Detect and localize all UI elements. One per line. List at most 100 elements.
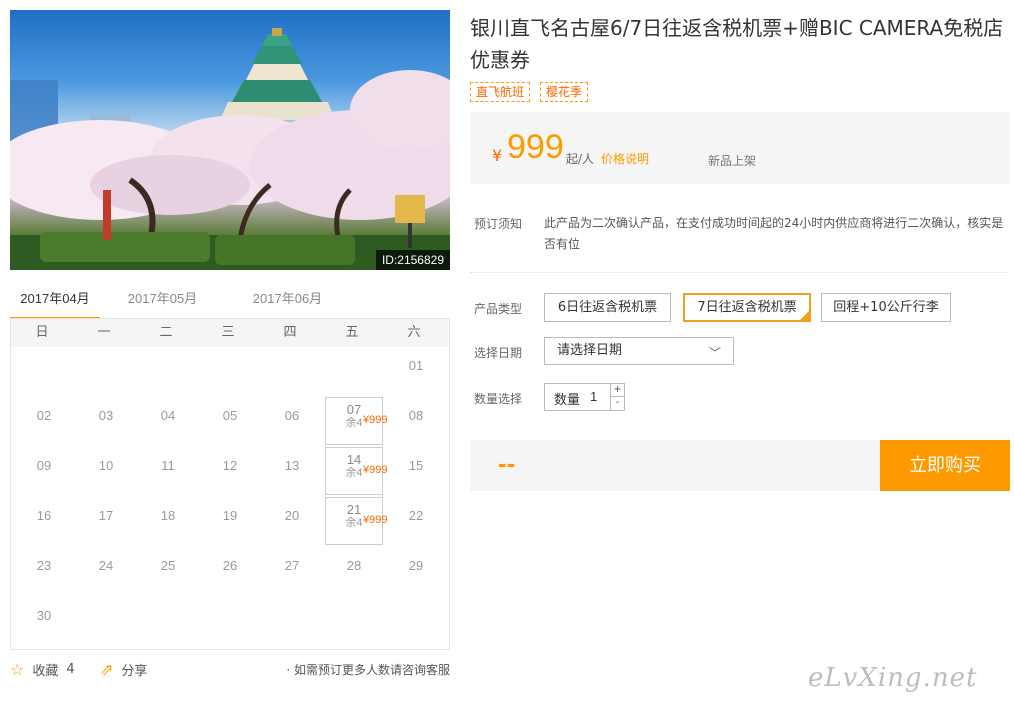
- calendar-day: 08: [385, 400, 447, 450]
- day-number: 20: [284, 508, 300, 523]
- calendar-day: 11: [137, 450, 199, 500]
- day-number: 13: [284, 458, 300, 473]
- total-price: --: [498, 448, 516, 478]
- calendar-day: 04: [137, 400, 199, 450]
- weekday-label: 四: [283, 325, 297, 340]
- calendar-day: 10: [75, 450, 137, 500]
- tag-direct-flight: 直飞航班: [470, 82, 531, 102]
- new-badge: 新品上架: [708, 154, 757, 168]
- day-number: 03: [98, 408, 114, 423]
- calendar-day: 22: [385, 500, 447, 550]
- type-option-7day[interactable]: 7日往返含税机票: [683, 293, 811, 322]
- selected-corner-icon: [800, 311, 809, 320]
- sakura-castle-photo: [10, 28, 450, 270]
- favorite-label: 收藏: [32, 664, 59, 679]
- calendar-day: 06: [261, 400, 323, 450]
- weekday-label: 日: [35, 325, 49, 340]
- divider: [470, 272, 1010, 273]
- product-title: 银川直飞名古屋6/7日往返含税机票+赠BIC CAMERA免税店优惠券: [470, 16, 1004, 72]
- day-number: 10: [98, 458, 114, 473]
- day-number: 04: [160, 408, 176, 423]
- share-button[interactable]: ⇗ 分享: [100, 660, 147, 679]
- calendar-day: 16: [13, 500, 75, 550]
- day-number: 12: [222, 458, 238, 473]
- currency-symbol: ¥: [492, 146, 503, 165]
- qty-label: 数量选择: [474, 392, 523, 406]
- calendar-day-available[interactable]: 07 ¥999 余4: [325, 397, 387, 445]
- type-option-return-luggage[interactable]: 回程+10公斤行李: [821, 293, 951, 322]
- date-select[interactable]: 请选择日期 ﹀: [544, 337, 734, 365]
- calendar-day: 20: [261, 500, 323, 550]
- calendar-day-available[interactable]: 14 ¥999 余4: [325, 447, 387, 495]
- share-icon: ⇗: [100, 660, 114, 679]
- calendar-day: 29: [385, 550, 447, 600]
- day-number: 17: [98, 508, 114, 523]
- calendar-day: 01: [385, 350, 447, 400]
- day-number: 28: [346, 558, 362, 573]
- tab-month-2[interactable]: 2017年05月: [100, 284, 225, 320]
- day-price: ¥999: [363, 514, 388, 526]
- day-number: 29: [408, 558, 424, 573]
- price-unit: 起/人: [566, 152, 595, 166]
- price-note-link[interactable]: 价格说明: [601, 150, 649, 167]
- day-number: 26: [222, 558, 238, 573]
- qty-increment-button[interactable]: +: [610, 384, 624, 397]
- calendar-day-available[interactable]: 21 ¥999 余4: [325, 497, 387, 545]
- day-number: 22: [408, 508, 424, 523]
- tab-month-3[interactable]: 2017年06月: [225, 284, 350, 320]
- consult-link[interactable]: · 如需预订更多人数请咨询客服: [286, 661, 450, 678]
- qty-value[interactable]: 1: [590, 389, 597, 404]
- qty-decrement-button[interactable]: -: [610, 397, 624, 410]
- action-bar: ☆ 收藏 4 ⇗ 分享 · 如需预订更多人数请咨询客服: [10, 660, 450, 682]
- weekday-label: 三: [221, 325, 235, 340]
- tab-month-1[interactable]: 2017年04月: [10, 284, 100, 320]
- favorite-count: 4: [66, 662, 75, 677]
- qty-inner-label: 数量: [554, 393, 581, 408]
- chevron-down-icon: ﹀: [708, 346, 721, 360]
- calendar-day: 25: [137, 550, 199, 600]
- day-number: 02: [36, 408, 52, 423]
- tag-list: 直飞航班 樱花季: [470, 82, 589, 102]
- buy-bar: -- 立即购买: [470, 440, 1010, 491]
- calendar-day: 27: [261, 550, 323, 600]
- date-placeholder: 请选择日期: [557, 343, 623, 358]
- calendar-day: 05: [199, 400, 261, 450]
- quantity-stepper: 数量 1 + -: [544, 383, 625, 411]
- price-value: 999: [507, 128, 564, 166]
- day-number: 11: [161, 458, 175, 473]
- day-number: 18: [160, 508, 176, 523]
- calendar-day: 19: [199, 500, 261, 550]
- type-label: 产品类型: [474, 302, 523, 316]
- product-image: ID:2156829: [10, 10, 450, 270]
- weekday-header: 日 一 二 三 四 五 六: [11, 319, 449, 347]
- image-id-badge: ID:2156829: [375, 250, 450, 270]
- weekday-label: 六: [407, 325, 421, 340]
- type-option-6day[interactable]: 6日往返含税机票: [544, 293, 671, 322]
- calendar-day: 26: [199, 550, 261, 600]
- day-price: ¥999: [363, 414, 388, 426]
- day-number: 23: [36, 558, 52, 573]
- day-number: 09: [36, 458, 52, 473]
- date-label: 选择日期: [474, 346, 523, 360]
- day-number: 15: [408, 458, 424, 473]
- calendar-day: 15: [385, 450, 447, 500]
- notice-label: 预订须知: [474, 217, 523, 231]
- day-number: 08: [408, 408, 424, 423]
- calendar-day: 23: [13, 550, 75, 600]
- watermark-logo: eLvXing.net: [808, 663, 978, 693]
- day-number: 06: [284, 408, 300, 423]
- day-number: 25: [160, 558, 176, 573]
- price-panel: ¥ 999 起/人 价格说明 新品上架: [470, 112, 1010, 184]
- day-number: 27: [284, 558, 300, 573]
- day-number: 01: [408, 358, 424, 373]
- calendar-day: 17: [75, 500, 137, 550]
- weekday-label: 五: [345, 325, 359, 340]
- favorite-button[interactable]: ☆ 收藏 4: [10, 660, 75, 679]
- calendar-day: 13: [261, 450, 323, 500]
- star-icon: ☆: [10, 660, 25, 679]
- buy-now-button[interactable]: 立即购买: [880, 440, 1010, 491]
- day-number: 30: [36, 608, 52, 623]
- price-calendar: 日 一 二 三 四 五 六 01 02 03 04 05 06 07 ¥999 余4 08 09 10…: [10, 318, 450, 650]
- day-price: ¥999: [363, 464, 388, 476]
- type-option-label: 7日往返含税机票: [697, 300, 797, 315]
